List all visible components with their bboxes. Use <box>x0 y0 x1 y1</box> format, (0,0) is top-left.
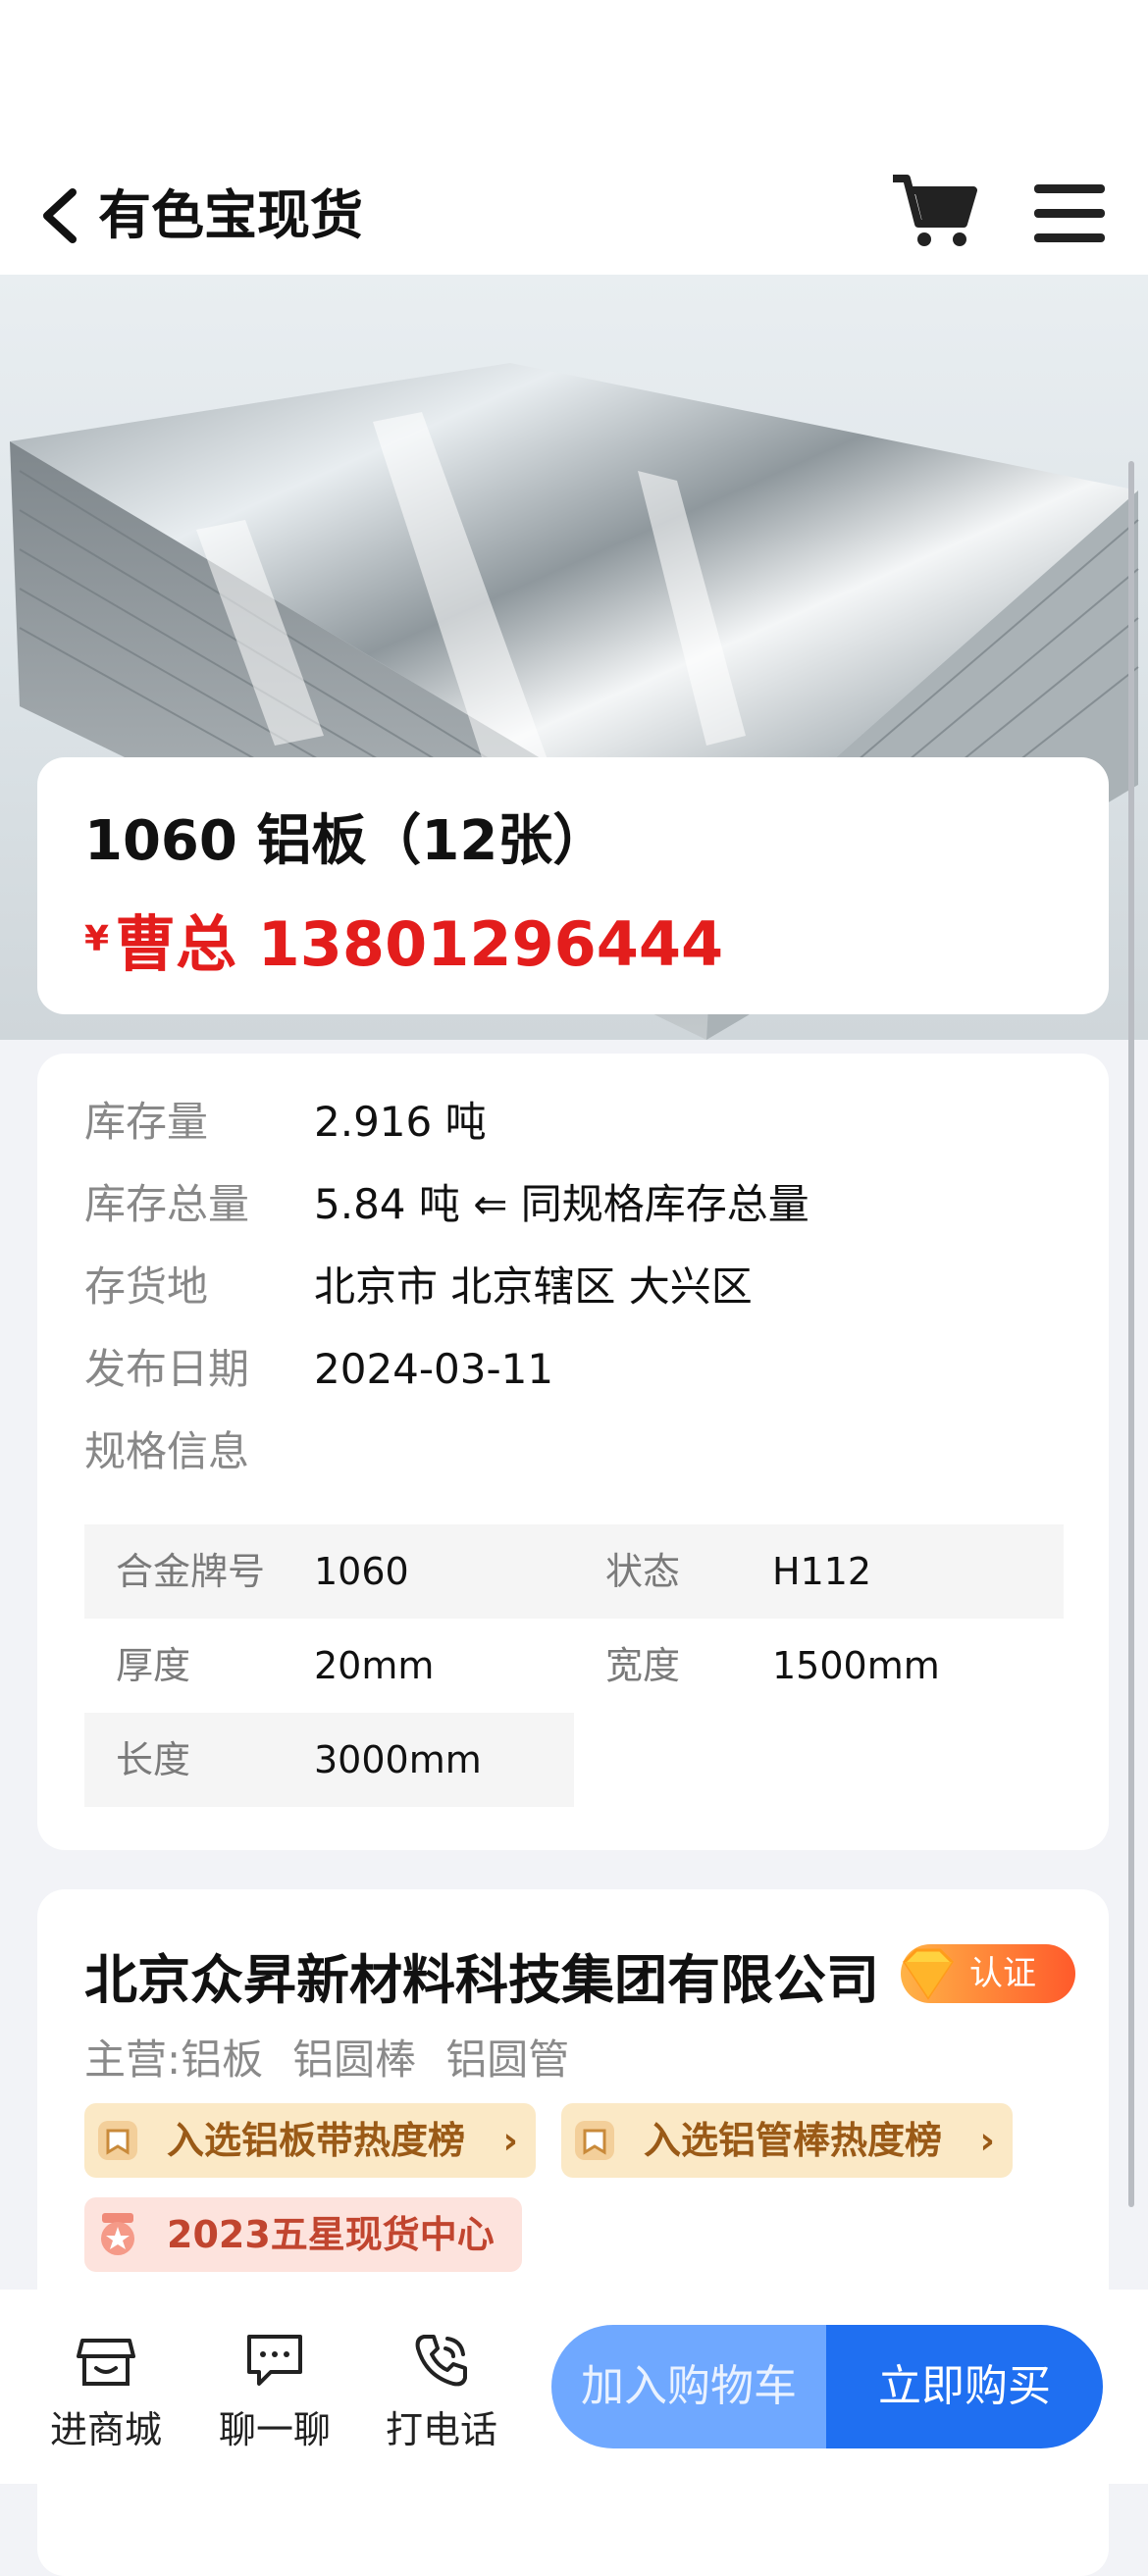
info-value[interactable]: 5.84 吨 ⇐ 同规格库存总量 <box>314 1180 809 1228</box>
info-label: 库存总量 <box>84 1180 250 1228</box>
spec-row: 长度 3000mm <box>84 1713 1064 1807</box>
info-row-location: 存货地 北京市 北京辖区 大兴区 <box>84 1258 753 1316</box>
spec-thickness: 厚度 20mm <box>84 1619 574 1713</box>
certified-badge: 认证 <box>901 1944 1075 2003</box>
store-icon <box>77 2339 135 2386</box>
info-label: 库存量 <box>84 1098 209 1146</box>
product-title-card: 1060 铝板（12张） ¥曹总 13801296444 <box>37 757 1109 1014</box>
price-contact-text: 曹总 13801296444 <box>115 908 724 980</box>
spec-alloy: 合金牌号 1060 <box>84 1524 574 1619</box>
buy-now-button[interactable]: 立即购买 <box>826 2325 1103 2448</box>
bottom-action-bar: 进商城 聊一聊 打电话 加入购物车 立即购买 <box>0 2290 1148 2484</box>
page-title: 有色宝现货 <box>98 184 363 246</box>
info-row-total-stock: 库存总量 5.84 吨 ⇐ 同规格库存总量 <box>84 1175 809 1234</box>
scrollbar[interactable] <box>1128 461 1134 2207</box>
info-row-spec-heading: 规格信息 <box>84 1422 314 1481</box>
main-business-label: 主营: <box>84 2035 182 2084</box>
info-value: 2024-03-11 <box>314 1345 554 1393</box>
spec-value: H112 <box>772 1550 872 1593</box>
info-value: 2.916 吨 <box>314 1098 487 1146</box>
status-bar-area <box>0 0 1148 157</box>
main-business: 主营:铝板 铝圆棒 铝圆管 <box>84 2027 599 2087</box>
spec-label: 厚度 <box>116 1644 191 1687</box>
add-to-cart-button[interactable]: 加入购物车 <box>551 2325 826 2448</box>
info-label: 存货地 <box>84 1262 209 1311</box>
stock-info-card: 库存量 2.916 吨 库存总量 5.84 吨 ⇐ 同规格库存总量 存货地 北京市 北… <box>37 1054 1109 1850</box>
spec-temper: 状态 H112 <box>574 1524 1064 1619</box>
info-value: 北京市 北京辖区 大兴区 <box>314 1262 753 1311</box>
spec-value: 3000mm <box>314 1738 482 1781</box>
shop-name[interactable]: 北京众昇新材料科技集团有限公司 <box>84 1936 889 2014</box>
chevron-right-icon: › <box>502 2119 518 2162</box>
star-medal-icon <box>101 2213 134 2255</box>
info-row-publish-date: 发布日期 2024-03-11 <box>84 1340 553 1399</box>
chevron-right-icon: › <box>979 2119 995 2162</box>
price-contact: ¥曹总 13801296444 <box>84 895 723 983</box>
five-star-badge: 2023五星现货中心 <box>84 2197 522 2272</box>
chat-icon <box>247 2335 302 2386</box>
info-label: 规格信息 <box>84 1427 250 1475</box>
enter-store-button[interactable]: 进商城 <box>37 2329 175 2453</box>
ranking-badge-sheet[interactable]: 入选铝板带热度榜 › <box>84 2103 536 2178</box>
five-star-label: 2023五星现货中心 <box>167 2213 495 2256</box>
spec-label: 状态 <box>605 1550 681 1593</box>
spec-label: 合金牌号 <box>116 1550 266 1593</box>
ranking-badge-label: 入选铝板带热度榜 <box>167 2119 466 2162</box>
chat-label: 聊一聊 <box>218 2408 331 2451</box>
spec-value: 1060 <box>314 1550 409 1593</box>
enter-store-label: 进商城 <box>49 2408 162 2451</box>
currency-symbol: ¥ <box>84 918 110 959</box>
phone-icon <box>415 2335 467 2387</box>
call-label: 打电话 <box>385 2408 497 2451</box>
top-nav: 有色宝现货 <box>0 157 1148 275</box>
spec-label: 宽度 <box>605 1644 681 1687</box>
ranking-badge-label: 入选铝管棒热度榜 <box>644 2119 943 2162</box>
cart-icon[interactable] <box>891 173 977 251</box>
menu-icon[interactable] <box>1032 177 1107 251</box>
spec-row: 合金牌号 1060 状态 H112 <box>84 1524 1064 1619</box>
spec-label: 长度 <box>116 1738 191 1781</box>
info-row-stock: 库存量 2.916 吨 <box>84 1093 487 1152</box>
chat-button[interactable]: 聊一聊 <box>206 2329 343 2453</box>
spec-value: 20mm <box>314 1644 435 1687</box>
certified-label: 认证 <box>969 1954 1036 1993</box>
spec-length: 长度 3000mm <box>84 1713 574 1807</box>
call-button[interactable]: 打电话 <box>373 2329 510 2453</box>
ranking-medal-icon <box>575 2121 614 2160</box>
main-business-item: 铝圆棒 <box>292 2035 417 2084</box>
main-business-item: 铝板 <box>181 2035 264 2084</box>
diamond-icon <box>903 1948 954 2000</box>
ranking-badge-tube[interactable]: 入选铝管棒热度榜 › <box>561 2103 1013 2178</box>
info-label: 发布日期 <box>84 1345 250 1393</box>
ranking-medal-icon <box>98 2121 137 2160</box>
spec-width: 宽度 1500mm <box>574 1619 1064 1713</box>
spec-table: 合金牌号 1060 状态 H112 厚度 20mm 宽度 1500mm 长度 3… <box>84 1524 1064 1807</box>
back-chevron-icon[interactable] <box>33 184 92 247</box>
spec-value: 1500mm <box>772 1644 940 1687</box>
product-title: 1060 铝板（12张） <box>84 809 608 873</box>
spec-row: 厚度 20mm 宽度 1500mm <box>84 1619 1064 1713</box>
main-business-item: 铝圆管 <box>445 2035 570 2084</box>
